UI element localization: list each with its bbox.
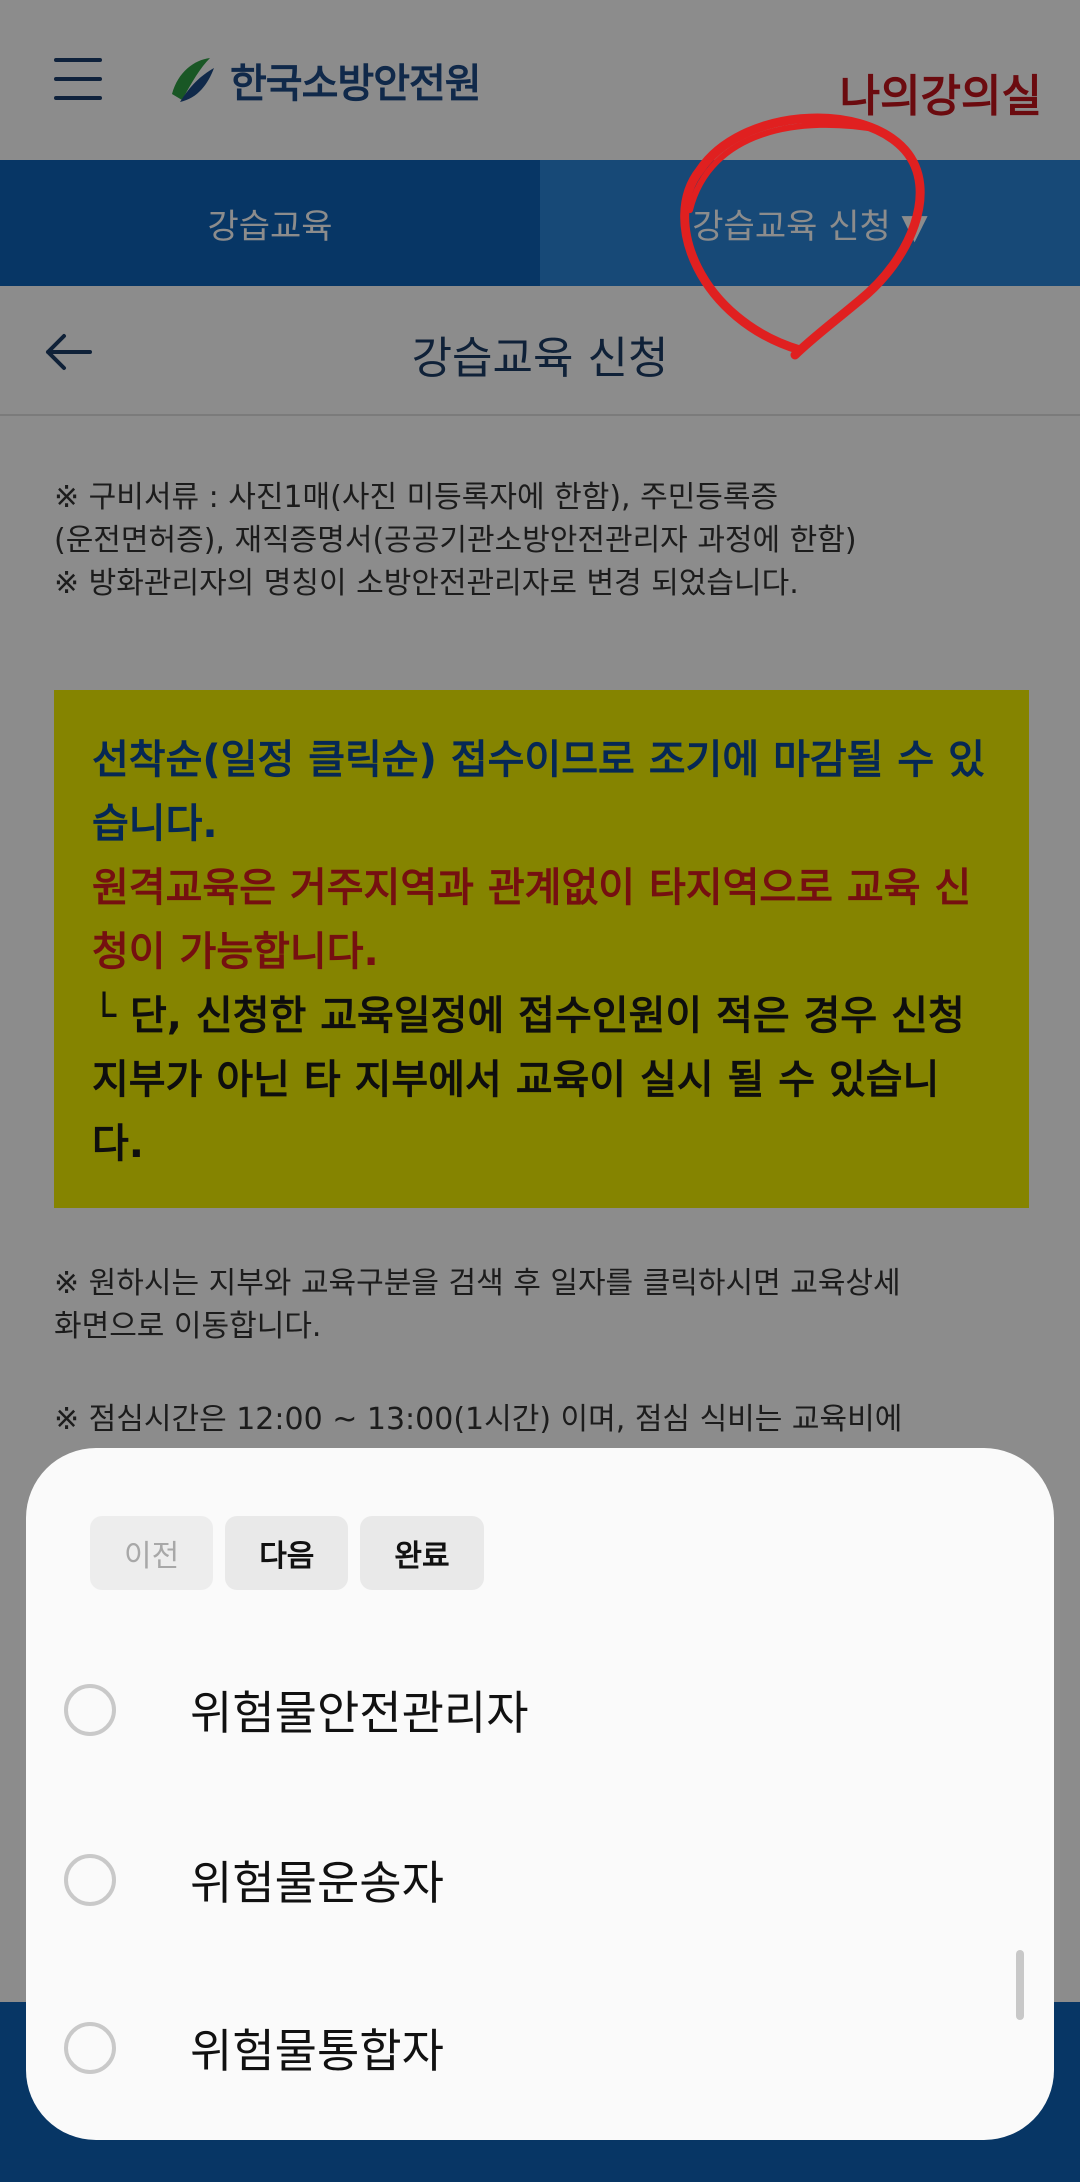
option-label: 위험물통합자 (190, 2024, 444, 2078)
option-label: 위험물안전관리자 (190, 1686, 529, 1740)
picker-toolbar: 이전 다음 완료 (90, 1516, 484, 1590)
option-label: 위험물운송자 (190, 1856, 444, 1910)
picker-option[interactable]: 위험물안전관리자 (64, 1660, 964, 1760)
radio-button[interactable] (64, 1854, 116, 1906)
done-button[interactable]: 완료 (360, 1516, 484, 1590)
prev-button[interactable]: 이전 (90, 1516, 214, 1590)
radio-button[interactable] (64, 2022, 116, 2074)
picker-option[interactable]: 위험물운송자 (64, 1830, 964, 1930)
radio-button[interactable] (64, 1684, 116, 1736)
next-button[interactable]: 다음 (225, 1516, 349, 1590)
picker-option[interactable]: 위험물통합자 (64, 1998, 964, 2098)
picker-scrollbar[interactable] (1016, 1950, 1024, 2020)
